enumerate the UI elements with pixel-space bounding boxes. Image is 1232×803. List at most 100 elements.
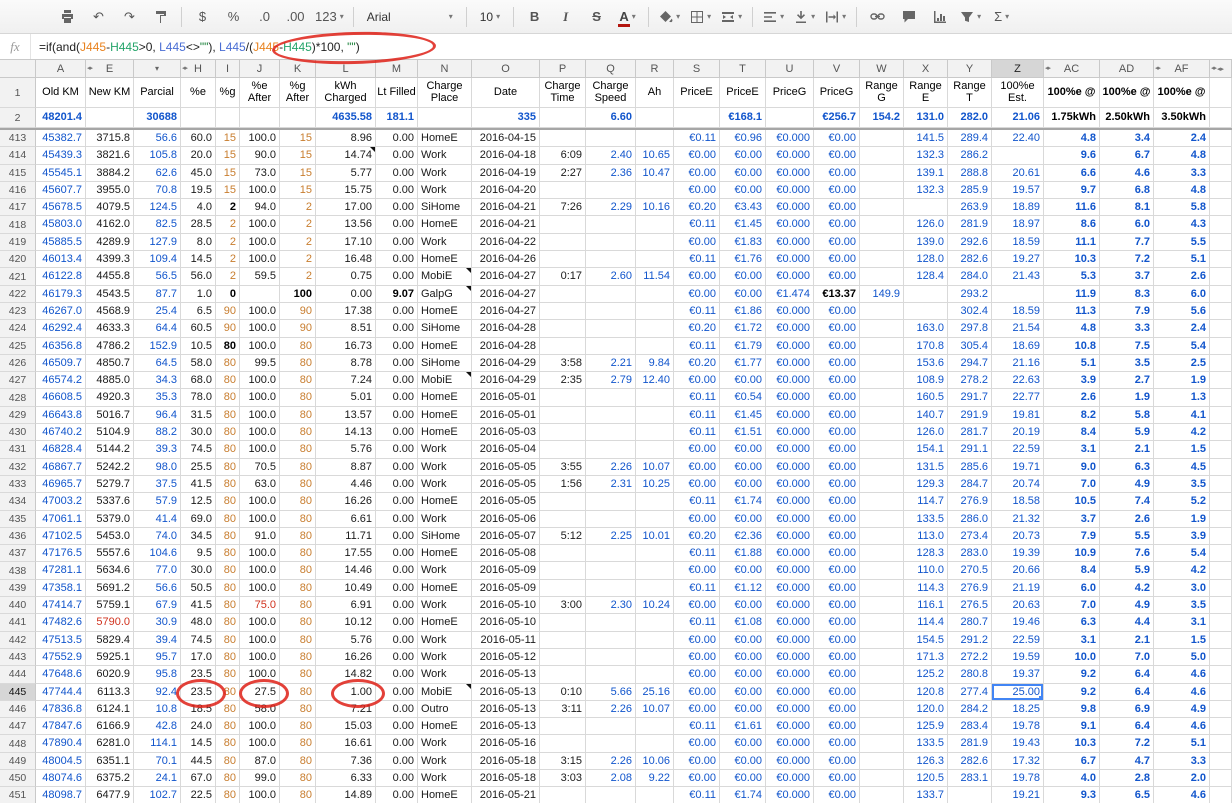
cell[interactable]: 80 [216, 407, 240, 424]
cell[interactable]: 4920.3 [86, 389, 134, 406]
cell[interactable]: 4.2 [1154, 562, 1210, 579]
cell[interactable]: 2.25 [586, 528, 636, 545]
cell[interactable] [636, 320, 674, 337]
cell[interactable]: 6166.9 [86, 718, 134, 735]
column-header[interactable]: V [814, 60, 860, 78]
cell[interactable]: 2016-04-29 [472, 355, 540, 372]
column-header[interactable]: T [720, 60, 766, 78]
cell[interactable]: 263.9 [948, 199, 992, 216]
cell[interactable]: €0.00 [814, 182, 860, 199]
row-header[interactable]: 435 [0, 511, 36, 528]
cell[interactable]: 1.00 [316, 684, 376, 701]
cell[interactable]: 80 [216, 787, 240, 803]
cell[interactable]: 60.5 [181, 320, 216, 337]
cell[interactable]: 47836.8 [36, 701, 86, 718]
cell[interactable]: HomeE [418, 216, 472, 233]
cell[interactable]: 100.0 [240, 234, 280, 251]
cell[interactable]: 278.2 [948, 372, 992, 389]
cell[interactable] [586, 562, 636, 579]
cell[interactable] [540, 545, 586, 562]
cell[interactable]: 3:55 [540, 459, 586, 476]
strikethrough-button[interactable]: S [582, 5, 611, 29]
cell[interactable]: €0.00 [814, 632, 860, 649]
column-header[interactable]: A◂▸ [36, 60, 86, 78]
cell[interactable]: 46965.7 [36, 476, 86, 493]
cell[interactable]: €0.000 [766, 320, 814, 337]
cell[interactable]: 45885.5 [36, 234, 86, 251]
cell[interactable]: 39.4 [134, 632, 181, 649]
cell[interactable]: 140.7 [904, 407, 948, 424]
cell[interactable]: 41.5 [181, 597, 216, 614]
cell[interactable]: 18.25 [992, 701, 1044, 718]
cell[interactable]: 154.2 [860, 108, 904, 128]
cell[interactable] [860, 199, 904, 216]
cell[interactable]: 5691.2 [86, 580, 134, 597]
cell[interactable]: 2016-04-21 [472, 216, 540, 233]
cell[interactable]: 0.00 [376, 701, 418, 718]
cell[interactable]: 3821.6 [86, 147, 134, 164]
row-header[interactable]: 427 [0, 372, 36, 389]
cell[interactable]: 0.00 [376, 407, 418, 424]
cell[interactable]: €0.00 [814, 459, 860, 476]
cell[interactable]: 80 [216, 528, 240, 545]
cell[interactable]: 2016-04-28 [472, 320, 540, 337]
cell[interactable]: €0.00 [814, 493, 860, 510]
cell[interactable]: Range E [904, 78, 948, 108]
cell[interactable]: 80 [280, 580, 316, 597]
cell[interactable]: 46828.4 [36, 441, 86, 458]
cell[interactable]: €0.00 [674, 684, 720, 701]
cell[interactable]: €0.000 [766, 666, 814, 683]
cell[interactable]: 100.0 [240, 424, 280, 441]
cell[interactable]: 24.0 [181, 718, 216, 735]
cell[interactable]: 2.4 [1154, 320, 1210, 337]
cell[interactable] [636, 614, 674, 631]
column-header[interactable]: Q [586, 60, 636, 78]
row-header[interactable]: 442 [0, 632, 36, 649]
cell[interactable]: 22.59 [992, 632, 1044, 649]
cell[interactable]: €0.00 [720, 701, 766, 718]
cell[interactable]: 5829.4 [86, 632, 134, 649]
cell[interactable] [540, 614, 586, 631]
cell[interactable]: 0.00 [376, 251, 418, 268]
cell[interactable] [586, 666, 636, 683]
cell[interactable]: 5.76 [316, 632, 376, 649]
cell[interactable]: 5016.7 [86, 407, 134, 424]
cell[interactable]: 5.01 [316, 389, 376, 406]
row-header[interactable]: 432 [0, 459, 36, 476]
cell[interactable]: 4.6 [1100, 165, 1154, 182]
cell[interactable]: 125.9 [904, 718, 948, 735]
cell[interactable]: 58.0 [240, 701, 280, 718]
cell[interactable] [992, 286, 1044, 303]
cell[interactable]: 2 [280, 268, 316, 285]
row-header[interactable]: 414 [0, 147, 36, 164]
cell[interactable]: 5.66 [586, 684, 636, 701]
cell[interactable]: 160.5 [904, 389, 948, 406]
cell[interactable]: 2.21 [586, 355, 636, 372]
decrease-decimals-button[interactable]: .0 [250, 5, 279, 29]
cell[interactable]: €0.000 [766, 147, 814, 164]
cell[interactable] [540, 666, 586, 683]
cell[interactable]: €0.000 [766, 476, 814, 493]
cell[interactable]: 90.0 [240, 147, 280, 164]
cell[interactable]: 3.7 [1044, 511, 1100, 528]
cell[interactable]: 2016-04-18 [472, 147, 540, 164]
cell[interactable]: €0.00 [674, 562, 720, 579]
cell[interactable] [540, 649, 586, 666]
cell[interactable]: 90 [216, 303, 240, 320]
cell[interactable]: 7.2 [1100, 735, 1154, 752]
column-header[interactable]: Y [948, 60, 992, 78]
cell[interactable]: 291.7 [948, 389, 992, 406]
cell[interactable]: 1:56 [540, 476, 586, 493]
row-header[interactable]: 430 [0, 424, 36, 441]
cell[interactable]: 3.5 [1154, 476, 1210, 493]
cell[interactable]: 100.0 [240, 562, 280, 579]
cell[interactable]: 80 [216, 545, 240, 562]
cell[interactable] [540, 580, 586, 597]
column-header[interactable]: ▾◂▸ [134, 60, 181, 78]
cell[interactable]: HomeE [418, 303, 472, 320]
cell[interactable]: 19.57 [992, 182, 1044, 199]
cell[interactable]: 2.1 [1100, 441, 1154, 458]
row-header[interactable]: 417 [0, 199, 36, 216]
cell[interactable]: 3.7 [1100, 268, 1154, 285]
cell[interactable]: 80 [280, 666, 316, 683]
